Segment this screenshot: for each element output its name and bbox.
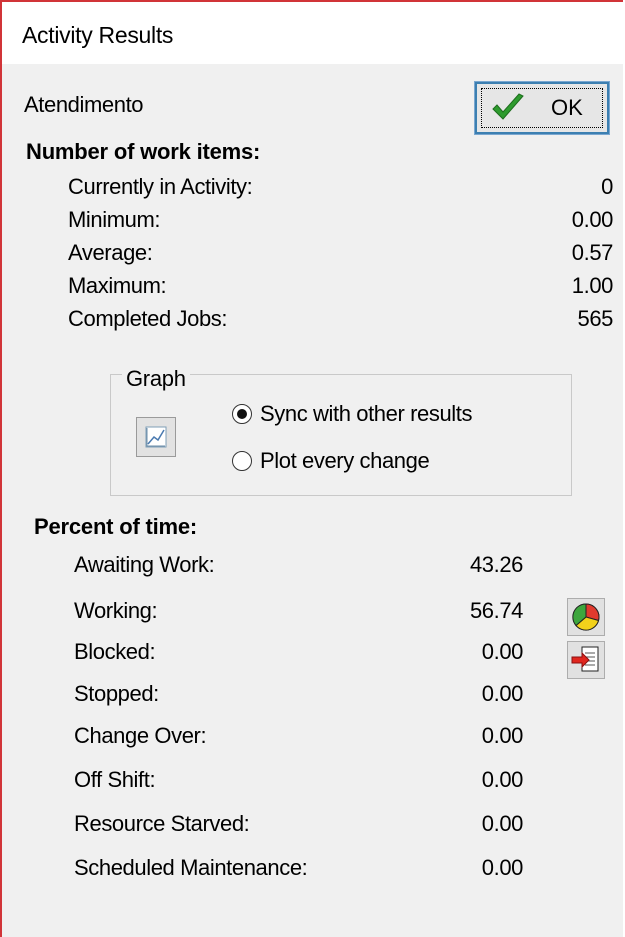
percent-time-label: Change Over: xyxy=(74,723,207,748)
line-graph-icon[interactable] xyxy=(136,417,176,457)
percent-time-label: Scheduled Maintenance: xyxy=(74,855,308,880)
export-button[interactable] xyxy=(567,641,605,679)
work-item-value: 565 xyxy=(577,306,613,331)
percent-time-value: 0.00 xyxy=(481,767,524,792)
work-item-value: 0.00 xyxy=(571,207,614,232)
work-item-label: Maximum: xyxy=(68,273,167,298)
graph-group-label: Graph xyxy=(122,366,190,392)
percent-time-value: 0.00 xyxy=(481,681,524,706)
work-item-label: Average: xyxy=(68,240,153,265)
work-item-value: 0 xyxy=(601,174,613,199)
percent-time-label: Working: xyxy=(74,598,158,623)
percent-time-value: 43.26 xyxy=(469,552,523,577)
activity-results-window: Activity Results Atendimento OK Number o… xyxy=(0,0,623,937)
percent-time-label: Blocked: xyxy=(74,639,156,664)
work-item-value: 1.00 xyxy=(571,273,614,298)
title-bar: Activity Results xyxy=(2,2,623,64)
plot-option-label[interactable]: Plot every change xyxy=(260,448,430,474)
work-item-label: Minimum: xyxy=(68,207,161,232)
percent-time-value: 0.00 xyxy=(481,855,524,880)
percent-time-value: 56.74 xyxy=(469,598,523,623)
pie-chart-button[interactable] xyxy=(567,598,605,636)
export-icon xyxy=(571,646,599,672)
ok-button[interactable]: OK xyxy=(474,81,610,135)
percent-time-label: Resource Starved: xyxy=(74,811,250,836)
work-item-value: 0.57 xyxy=(571,240,614,265)
ok-button-label: OK xyxy=(551,95,583,120)
work-item-label: Completed Jobs: xyxy=(68,306,228,331)
pie-chart-icon xyxy=(572,603,600,631)
sync-radio[interactable] xyxy=(232,404,252,424)
percent-time-value: 0.00 xyxy=(481,639,524,664)
window-title: Activity Results xyxy=(22,22,174,48)
percent-time-label: Stopped: xyxy=(74,681,159,706)
percent-time-label: Awaiting Work: xyxy=(74,552,215,577)
percent-time-value: 0.00 xyxy=(481,723,524,748)
percent-time-heading: Percent of time: xyxy=(34,514,198,539)
percent-time-label: Off Shift: xyxy=(74,767,156,792)
checkmark-icon xyxy=(492,93,524,120)
work-item-label: Currently in Activity: xyxy=(68,174,253,199)
percent-time-value: 0.00 xyxy=(481,811,524,836)
work-items-heading: Number of work items: xyxy=(26,139,261,164)
graph-group xyxy=(110,374,572,496)
line-graph-glyph xyxy=(145,426,167,448)
sync-option-label[interactable]: Sync with other results xyxy=(260,401,473,427)
plot-every-change-radio[interactable] xyxy=(232,451,252,471)
activity-name: Atendimento xyxy=(24,92,144,117)
